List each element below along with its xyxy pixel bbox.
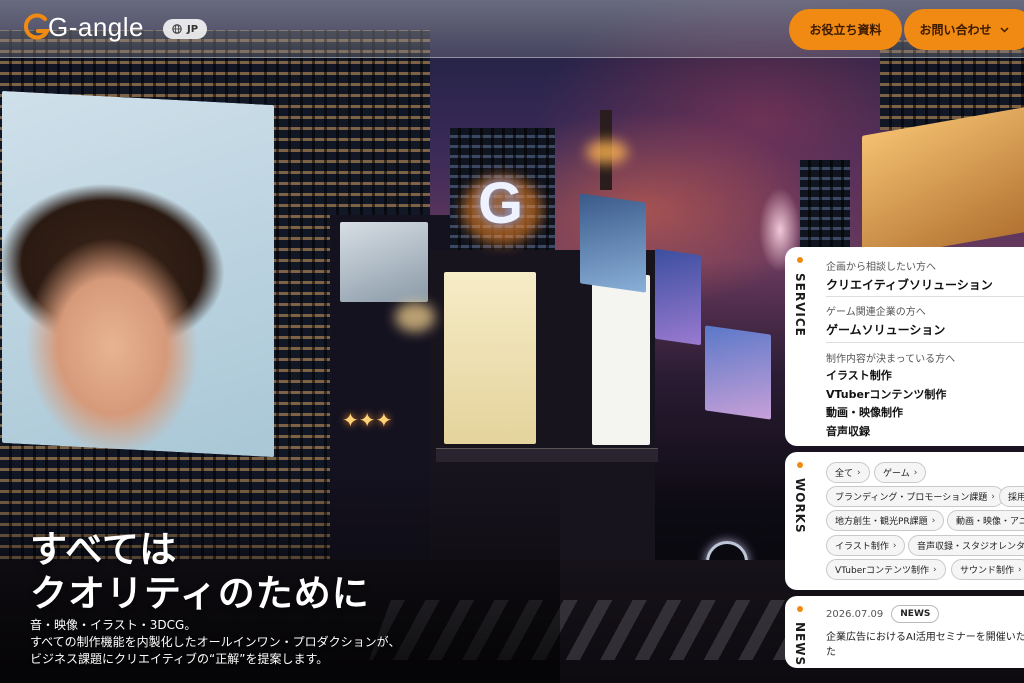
chevron-right-icon: › [892, 540, 897, 551]
chevron-right-icon: › [857, 467, 861, 478]
building-banner [436, 448, 658, 462]
billboard-anime [655, 248, 701, 346]
billboard-woman [340, 222, 428, 302]
chip-label: イラスト制作 [835, 542, 889, 552]
service-group-creative[interactable]: 企画から相談したい方へ クリエイティブソリューション [826, 258, 993, 293]
accent-dot [797, 606, 803, 612]
subcopy-line-1: 音・映像・イラスト・3DCG。 [30, 618, 197, 632]
accent-dot [797, 462, 803, 468]
chip-label: 地方創生・観光PR課題 [835, 517, 928, 527]
chevron-right-icon: › [931, 515, 936, 526]
headline-line-1: すべては [30, 528, 178, 571]
language-switch[interactable]: JP [163, 19, 208, 39]
site-header: G-angle JP お役立ち資料 お問い合わせ [0, 0, 1024, 58]
chip-label: VTuberコンテンツ制作 [835, 566, 929, 576]
subcopy-line-2: すべての制作機能を内製化したオールインワン・プロダクションが、 [30, 635, 401, 649]
works-chip-branding[interactable]: ブランディング・プロモーション課題 › [826, 486, 1004, 507]
news-title-overflow: た [826, 647, 836, 658]
accent-dot [797, 257, 803, 263]
service-item-audio[interactable]: 音声収録 [826, 423, 955, 442]
logo-text: G-angle [48, 11, 144, 42]
logo[interactable]: G-angle [22, 10, 144, 44]
service-note: 制作内容が決まっている方へ [826, 354, 956, 365]
tower-light [586, 140, 628, 164]
chevron-down-icon [999, 26, 1009, 33]
works-chip-regional[interactable]: 地方創生・観光PR課題 › [826, 510, 945, 531]
chip-label: サウンド制作 [960, 566, 1015, 576]
billboard-birds [592, 275, 650, 445]
news-date: 2026.07.09 [826, 608, 884, 620]
works-panel: WORKS 全て› ゲーム› ブランディング・プロモーション課題› 採用課 地方… [785, 452, 1024, 590]
works-chip-all[interactable]: 全て › [826, 462, 870, 483]
service-label: SERVICE [793, 273, 807, 337]
billboard-game [580, 193, 646, 293]
works-chip-game[interactable]: ゲーム › [874, 462, 927, 483]
news-title: 企業広告におけるAI活用セミナーを開催いたた [826, 630, 1024, 660]
service-title: クリエイティブソリューション [826, 278, 993, 292]
chevron-right-icon: › [991, 491, 995, 502]
globe-icon [172, 24, 182, 34]
headline-line-2: クオリティのために [30, 572, 370, 615]
works-chip-illustration[interactable]: イラスト制作 › [826, 535, 906, 556]
language-label: JP [187, 23, 199, 35]
service-item-illustration[interactable]: イラスト制作 [826, 367, 955, 386]
works-chip-vtuber[interactable]: VTuberコンテンツ制作 › [826, 559, 946, 580]
chip-label: 動画・映像・アニメ [956, 517, 1024, 527]
chip-label: ゲーム [883, 469, 910, 479]
chip-label: 採用課 [1008, 493, 1024, 503]
works-chip-sound[interactable]: サウンド制作 › [951, 559, 1024, 580]
service-note: ゲーム関連企業の方へ [826, 307, 926, 318]
works-chip-recruit[interactable]: 採用課 [999, 486, 1024, 507]
works-chip-video[interactable]: 動画・映像・アニメ [947, 510, 1024, 531]
service-title: ゲームソリューション [826, 323, 946, 337]
street-lamp [395, 302, 435, 332]
divider [826, 296, 1024, 297]
chip-label: ブランディング・プロモーション課題 [835, 493, 988, 503]
chevron-right-icon: › [1018, 564, 1022, 575]
service-group-game[interactable]: ゲーム関連企業の方へ ゲームソリューション [826, 303, 945, 338]
chip-label: 全て [835, 469, 854, 479]
news-title-text: 企業広告におけるAI活用セミナーを開催いた [826, 632, 1024, 643]
docs-button[interactable]: お役立ち資料 [789, 9, 902, 50]
service-group-production: 制作内容が決まっている方へ イラスト制作 VTuberコンテンツ制作 動画・映像… [826, 350, 955, 441]
service-tab[interactable]: SERVICE [785, 247, 815, 446]
service-note: 企画から相談したい方へ [826, 262, 936, 273]
news-panel: NEWS 2026.07.09 NEWS 企業広告におけるAI活用セミナーを開催… [785, 596, 1024, 668]
billboard-cat [444, 272, 536, 444]
service-panel: SERVICE 企画から相談したい方へ クリエイティブソリューション ゲーム関連… [785, 247, 1024, 446]
neon-sign: ✦✦✦ [342, 408, 393, 432]
news-label: NEWS [793, 622, 807, 667]
hero-subcopy: 音・映像・イラスト・3DCG。 すべての制作機能を内製化したオールインワン・プロ… [30, 617, 400, 668]
works-tab[interactable]: WORKS [785, 452, 815, 590]
billboard-group [705, 325, 771, 420]
g-emblem-icon: G [478, 171, 524, 236]
divider [826, 342, 1024, 343]
service-item-video[interactable]: 動画・映像制作 [826, 404, 955, 423]
hero-headline: すべては クオリティのために [30, 528, 370, 616]
service-item-vtuber[interactable]: VTuberコンテンツ制作 [826, 386, 955, 405]
subcopy-line-3: ビジネス課題にクリエイティブの“正解”を提案します。 [30, 652, 329, 666]
contact-button[interactable]: お問い合わせ [904, 9, 1024, 50]
chip-label: 音声収録・スタジオレンタル [917, 542, 1024, 552]
chevron-right-icon: › [913, 467, 918, 478]
works-label: WORKS [793, 478, 807, 534]
billboard-child [2, 90, 274, 458]
news-tab[interactable]: NEWS [785, 596, 815, 668]
contact-button-label: お問い合わせ [919, 23, 992, 37]
chevron-right-icon: › [932, 564, 937, 575]
news-badge: NEWS [891, 605, 940, 623]
docs-button-label: お役立ち資料 [809, 23, 882, 37]
works-chip-audio[interactable]: 音声収録・スタジオレンタル [908, 535, 1024, 556]
